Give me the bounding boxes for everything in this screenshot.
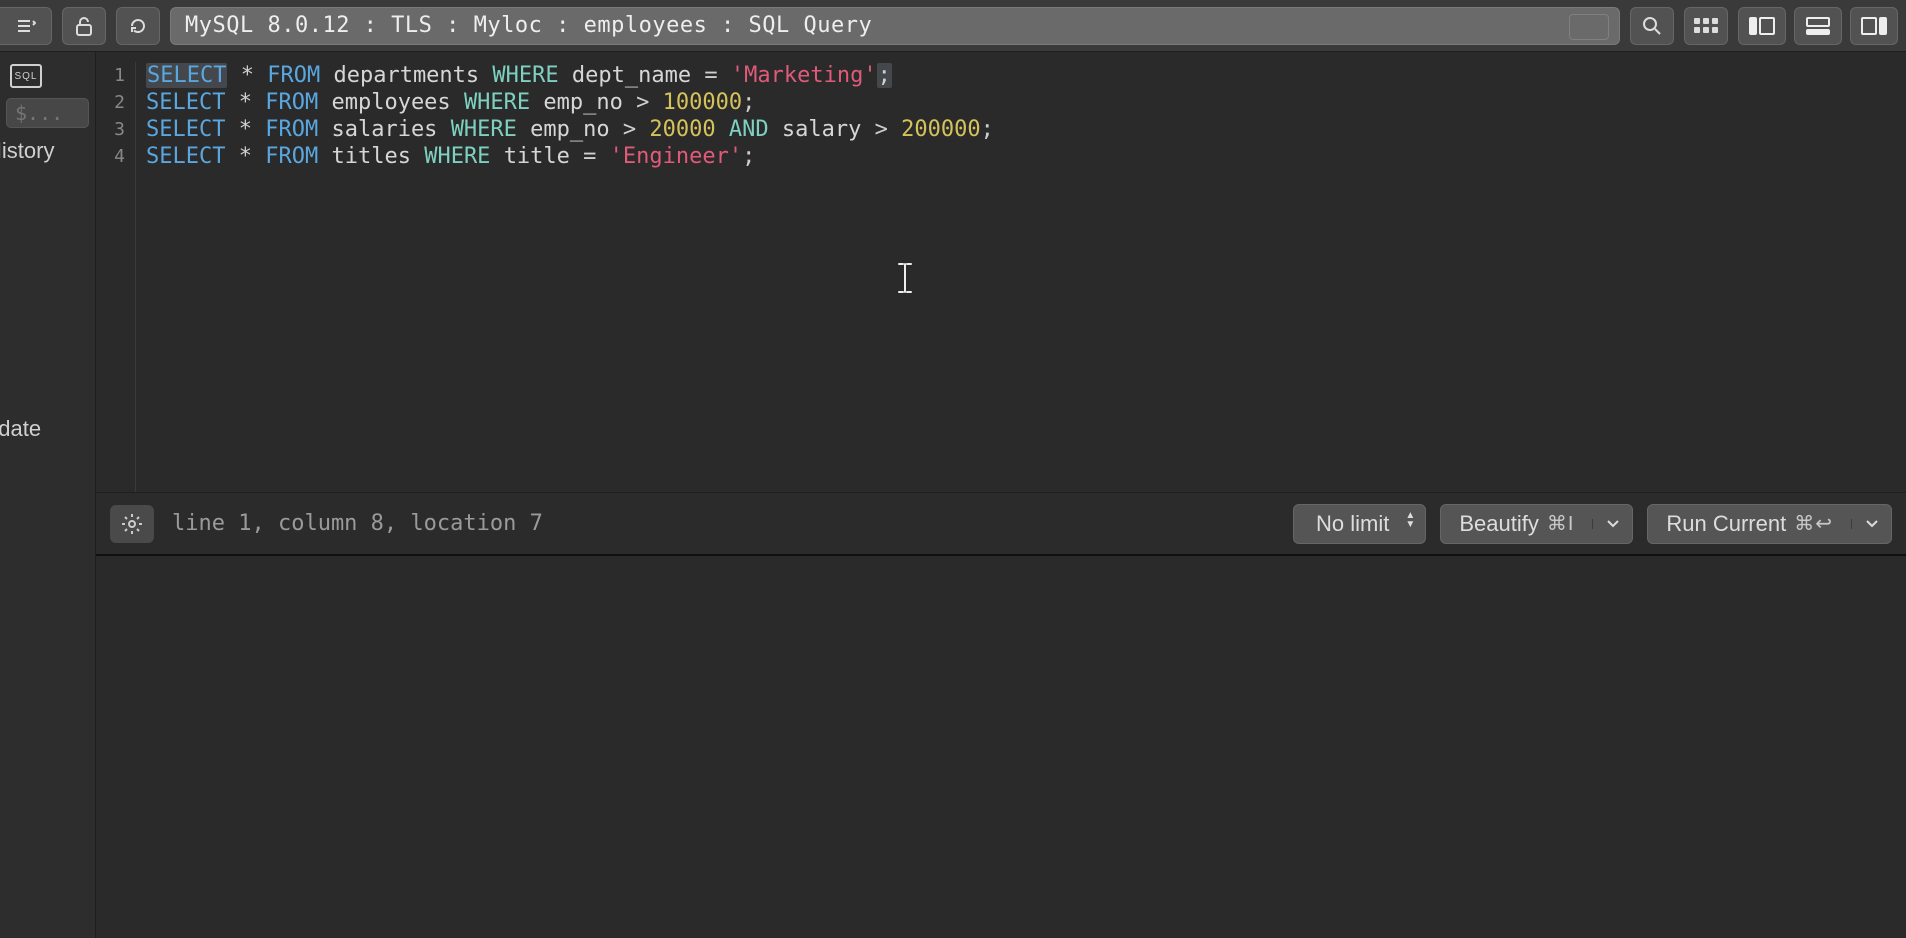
layout-left-button[interactable]	[1738, 7, 1786, 45]
pane-layout-group	[1738, 7, 1898, 45]
editor-code[interactable]: SELECT * FROM departments WHERE dept_nam…	[136, 62, 994, 492]
chevron-down-icon	[1865, 519, 1879, 529]
footer-right-group: No limit ▲▼ Beautify ⌘I	[1293, 504, 1892, 544]
layout-right-button[interactable]	[1850, 7, 1898, 45]
code-line[interactable]: SELECT * FROM departments WHERE dept_nam…	[146, 62, 994, 89]
sidebar-item-p[interactable]: p	[0, 300, 89, 326]
sidebar-toggle-button[interactable]	[0, 7, 52, 45]
lock-button[interactable]	[62, 7, 106, 45]
results-pane[interactable]	[96, 556, 1906, 938]
refresh-icon	[128, 16, 148, 36]
breadcrumb-text: MySQL 8.0.12 : TLS : Myloc : employees :…	[185, 13, 872, 38]
gutter-line: 3	[96, 116, 125, 143]
beautify-label: Beautify	[1459, 511, 1539, 537]
gutter-line: 4	[96, 143, 125, 170]
grid-icon	[1694, 18, 1718, 33]
beautify-dropdown[interactable]	[1592, 519, 1632, 529]
breadcrumb-tag-box	[1569, 14, 1609, 40]
sidebar-history-label[interactable]: History	[0, 138, 89, 164]
code-line[interactable]: SELECT * FROM salaries WHERE emp_no > 20…	[146, 116, 994, 143]
gear-icon	[121, 513, 143, 535]
editor-gutter: 1234	[96, 62, 136, 492]
row-limit-select[interactable]: No limit ▲▼	[1293, 504, 1426, 544]
toolbar: MySQL 8.0.12 : TLS : Myloc : employees :…	[0, 0, 1906, 52]
layout-right-icon	[1851, 8, 1897, 44]
editor-column: 1234 SELECT * FROM departments WHERE dep…	[96, 52, 1906, 938]
chevron-down-icon	[1606, 519, 1620, 529]
layout-bottom-icon	[1795, 8, 1841, 44]
search-icon	[1642, 16, 1662, 36]
code-line[interactable]: SELECT * FROM titles WHERE title = 'Engi…	[146, 143, 994, 170]
main-area: SQL History p _date 1234 SELECT * FROM d…	[0, 52, 1906, 938]
sql-badge[interactable]: SQL	[10, 64, 42, 88]
layout-left-icon	[1739, 8, 1785, 44]
lock-open-icon	[75, 16, 93, 36]
row-limit-label: No limit	[1316, 511, 1389, 537]
sidebar: SQL History p _date	[0, 52, 96, 938]
run-label: Run Current	[1666, 511, 1786, 537]
gutter-line: 1	[96, 62, 125, 89]
breadcrumb[interactable]: MySQL 8.0.12 : TLS : Myloc : employees :…	[170, 7, 1620, 45]
grid-view-button[interactable]	[1684, 7, 1728, 45]
run-current-button[interactable]: Run Current ⌘↩	[1647, 504, 1892, 544]
cursor-status: line 1, column 8, location 7	[172, 511, 543, 536]
editor-settings-button[interactable]	[110, 505, 154, 543]
code-line[interactable]: SELECT * FROM employees WHERE emp_no > 1…	[146, 89, 994, 116]
sidebar-filter-input[interactable]	[6, 98, 89, 128]
gutter-line: 2	[96, 89, 125, 116]
refresh-button[interactable]	[116, 7, 160, 45]
stepper-icon: ▲▼	[1405, 511, 1415, 529]
run-shortcut: ⌘↩	[1794, 511, 1833, 536]
layout-bottom-button[interactable]	[1794, 7, 1842, 45]
sidebar-item-date[interactable]: _date	[0, 416, 89, 442]
list-arrow-icon	[16, 16, 36, 36]
sql-editor[interactable]: 1234 SELECT * FROM departments WHERE dep…	[96, 52, 1906, 492]
beautify-button[interactable]: Beautify ⌘I	[1440, 504, 1633, 544]
run-dropdown[interactable]	[1851, 519, 1891, 529]
beautify-shortcut: ⌘I	[1547, 511, 1575, 536]
search-button[interactable]	[1630, 7, 1674, 45]
editor-footer: line 1, column 8, location 7 No limit ▲▼…	[96, 492, 1906, 556]
